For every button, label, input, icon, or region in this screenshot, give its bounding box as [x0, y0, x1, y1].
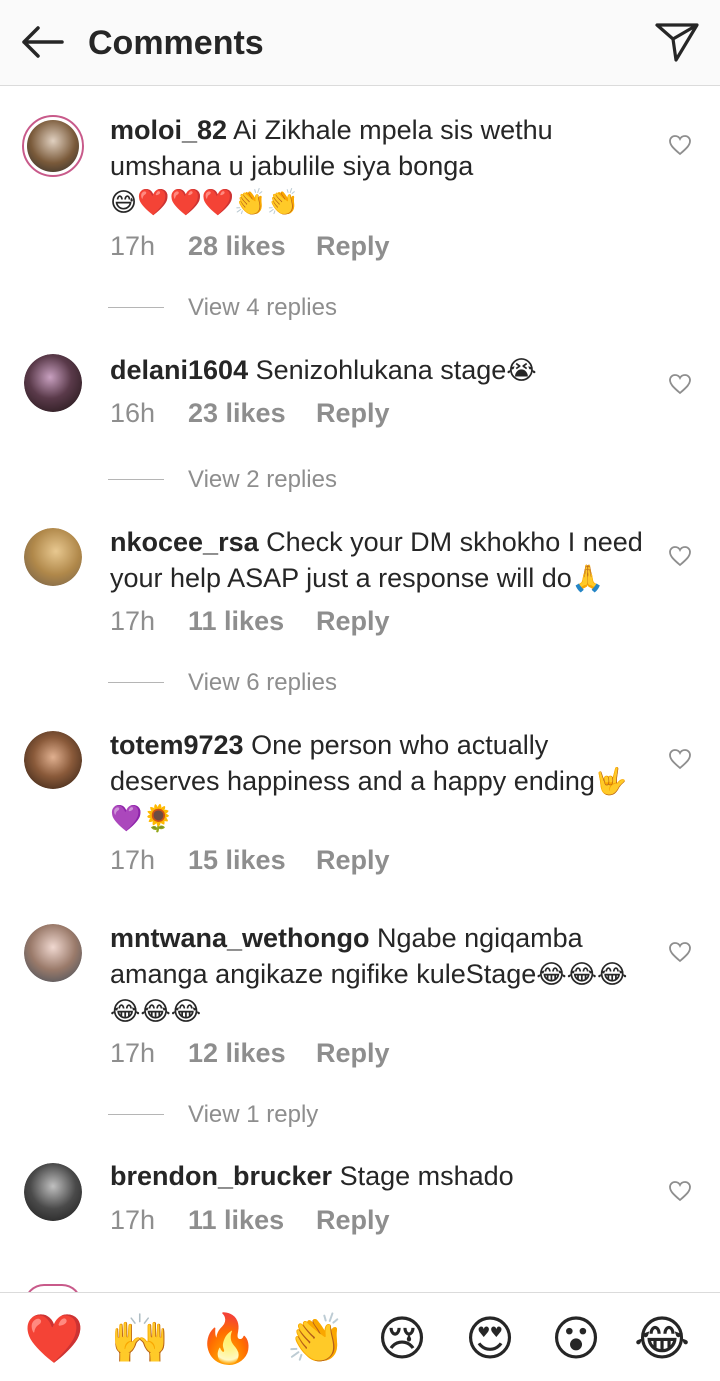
comment-time: 17h — [110, 231, 156, 261]
comment-time: 16h — [110, 398, 156, 428]
avatar-image — [24, 924, 82, 982]
view-replies-label[interactable]: View 6 replies — [188, 667, 337, 699]
reply-button[interactable]: Reply — [316, 1204, 390, 1236]
comment-message: Senizohlukana stage — [255, 355, 507, 385]
comment-time: 17h — [110, 1205, 156, 1235]
comment-likes[interactable]: 23 likes — [188, 397, 316, 429]
reply-button[interactable]: Reply — [316, 230, 390, 262]
comment-likes[interactable]: 28 likes — [188, 230, 316, 262]
view-replies[interactable]: View 2 replies — [108, 464, 508, 496]
reply-button[interactable]: Reply — [316, 844, 390, 876]
like-heart-icon[interactable] — [668, 545, 692, 567]
comment-message: Stage mshado — [339, 1161, 514, 1191]
replies-divider — [108, 479, 164, 480]
avatar[interactable] — [24, 354, 82, 412]
comment-likes[interactable]: 11 likes — [188, 605, 316, 637]
comment-emojis: 😅❤️❤️❤️👏👏 — [110, 188, 299, 218]
comment-time: 17h — [110, 606, 156, 636]
comment-meta: 16h 23 likes Reply — [110, 397, 390, 429]
comment-text: moloi_82 Ai Zikhale mpela sis wethu umsh… — [110, 112, 645, 221]
comment-emojis: 😭 — [506, 356, 537, 386]
avatar-image — [27, 120, 79, 172]
avatar-image — [24, 1163, 82, 1221]
avatar-image — [24, 354, 82, 412]
avatar[interactable] — [24, 924, 82, 982]
like-heart-icon[interactable] — [668, 748, 692, 770]
reply-button[interactable]: Reply — [316, 605, 390, 637]
reply-button[interactable]: Reply — [316, 397, 390, 429]
comment-time: 17h — [110, 845, 156, 875]
replies-divider — [108, 682, 164, 683]
clapping-hands-icon[interactable]: 👏 — [284, 1311, 348, 1367]
comment-meta: 17h 15 likes Reply — [110, 844, 390, 876]
page-title: Comments — [88, 24, 264, 62]
heart-eyes-icon[interactable]: 😍 — [458, 1311, 522, 1367]
comment-text: delani1604 Senizohlukana stage😭 — [110, 352, 645, 389]
comment-username[interactable]: mntwana_wethongo — [110, 923, 370, 953]
avatar-image — [24, 731, 82, 789]
view-replies-label[interactable]: View 2 replies — [188, 464, 337, 496]
paper-plane-icon[interactable] — [654, 20, 700, 64]
crying-face-icon[interactable]: 😢 — [370, 1311, 434, 1367]
comment-likes[interactable]: 15 likes — [188, 844, 316, 876]
view-replies[interactable]: View 6 replies — [108, 667, 508, 699]
red-heart-icon[interactable]: ❤️ — [22, 1311, 86, 1367]
comment-username[interactable]: moloi_82 — [110, 115, 227, 145]
comment-meta: 17h 11 likes Reply — [110, 605, 390, 637]
comment-likes[interactable]: 12 likes — [188, 1037, 316, 1069]
tears-of-joy-icon[interactable]: 😂 — [630, 1311, 694, 1367]
comment-username[interactable]: totem9723 — [110, 730, 244, 760]
view-replies-label[interactable]: View 4 replies — [188, 292, 337, 324]
like-heart-icon[interactable] — [668, 1180, 692, 1202]
raising-hands-icon[interactable]: 🙌 — [108, 1311, 172, 1367]
reaction-emoji-bar: ❤️ 🙌 🔥 👏 😢 😍 😮 😂 — [0, 1292, 720, 1381]
comment-likes[interactable]: 11 likes — [188, 1204, 316, 1236]
like-heart-icon[interactable] — [668, 373, 692, 395]
comment-meta: 17h 28 likes Reply — [110, 230, 390, 262]
avatar[interactable] — [24, 528, 82, 586]
replies-divider — [108, 307, 164, 308]
comment-time: 17h — [110, 1038, 156, 1068]
header-bar: Comments — [0, 0, 720, 86]
replies-divider — [108, 1114, 164, 1115]
comment-text: nkocee_rsa Check your DM skhokho I need … — [110, 524, 645, 597]
comment-meta: 17h 11 likes Reply — [110, 1204, 390, 1236]
like-heart-icon[interactable] — [668, 134, 692, 156]
fire-icon[interactable]: 🔥 — [196, 1311, 260, 1367]
view-replies-label[interactable]: View 1 reply — [188, 1099, 318, 1131]
reply-button[interactable]: Reply — [316, 1037, 390, 1069]
surprised-face-icon[interactable]: 😮 — [544, 1311, 608, 1367]
comment-meta: 17h 12 likes Reply — [110, 1037, 390, 1069]
like-heart-icon[interactable] — [668, 941, 692, 963]
comment-text: totem9723 One person who actually deserv… — [110, 727, 645, 837]
comment-username[interactable]: nkocee_rsa — [110, 527, 259, 557]
avatar[interactable] — [24, 1163, 82, 1221]
view-replies[interactable]: View 1 reply — [108, 1099, 508, 1131]
comment-username[interactable]: delani1604 — [110, 355, 248, 385]
view-replies[interactable]: View 4 replies — [108, 292, 508, 324]
avatar-image — [24, 528, 82, 586]
comment-text: brendon_brucker Stage mshado — [110, 1158, 645, 1194]
comment-text: mntwana_wethongo Ngabe ngiqamba amanga a… — [110, 920, 645, 1030]
avatar[interactable] — [22, 115, 84, 177]
comment-username[interactable]: brendon_brucker — [110, 1161, 332, 1191]
back-arrow-icon[interactable] — [18, 22, 66, 62]
avatar[interactable] — [24, 731, 82, 789]
comment-emojis: 🙏 — [571, 564, 605, 594]
